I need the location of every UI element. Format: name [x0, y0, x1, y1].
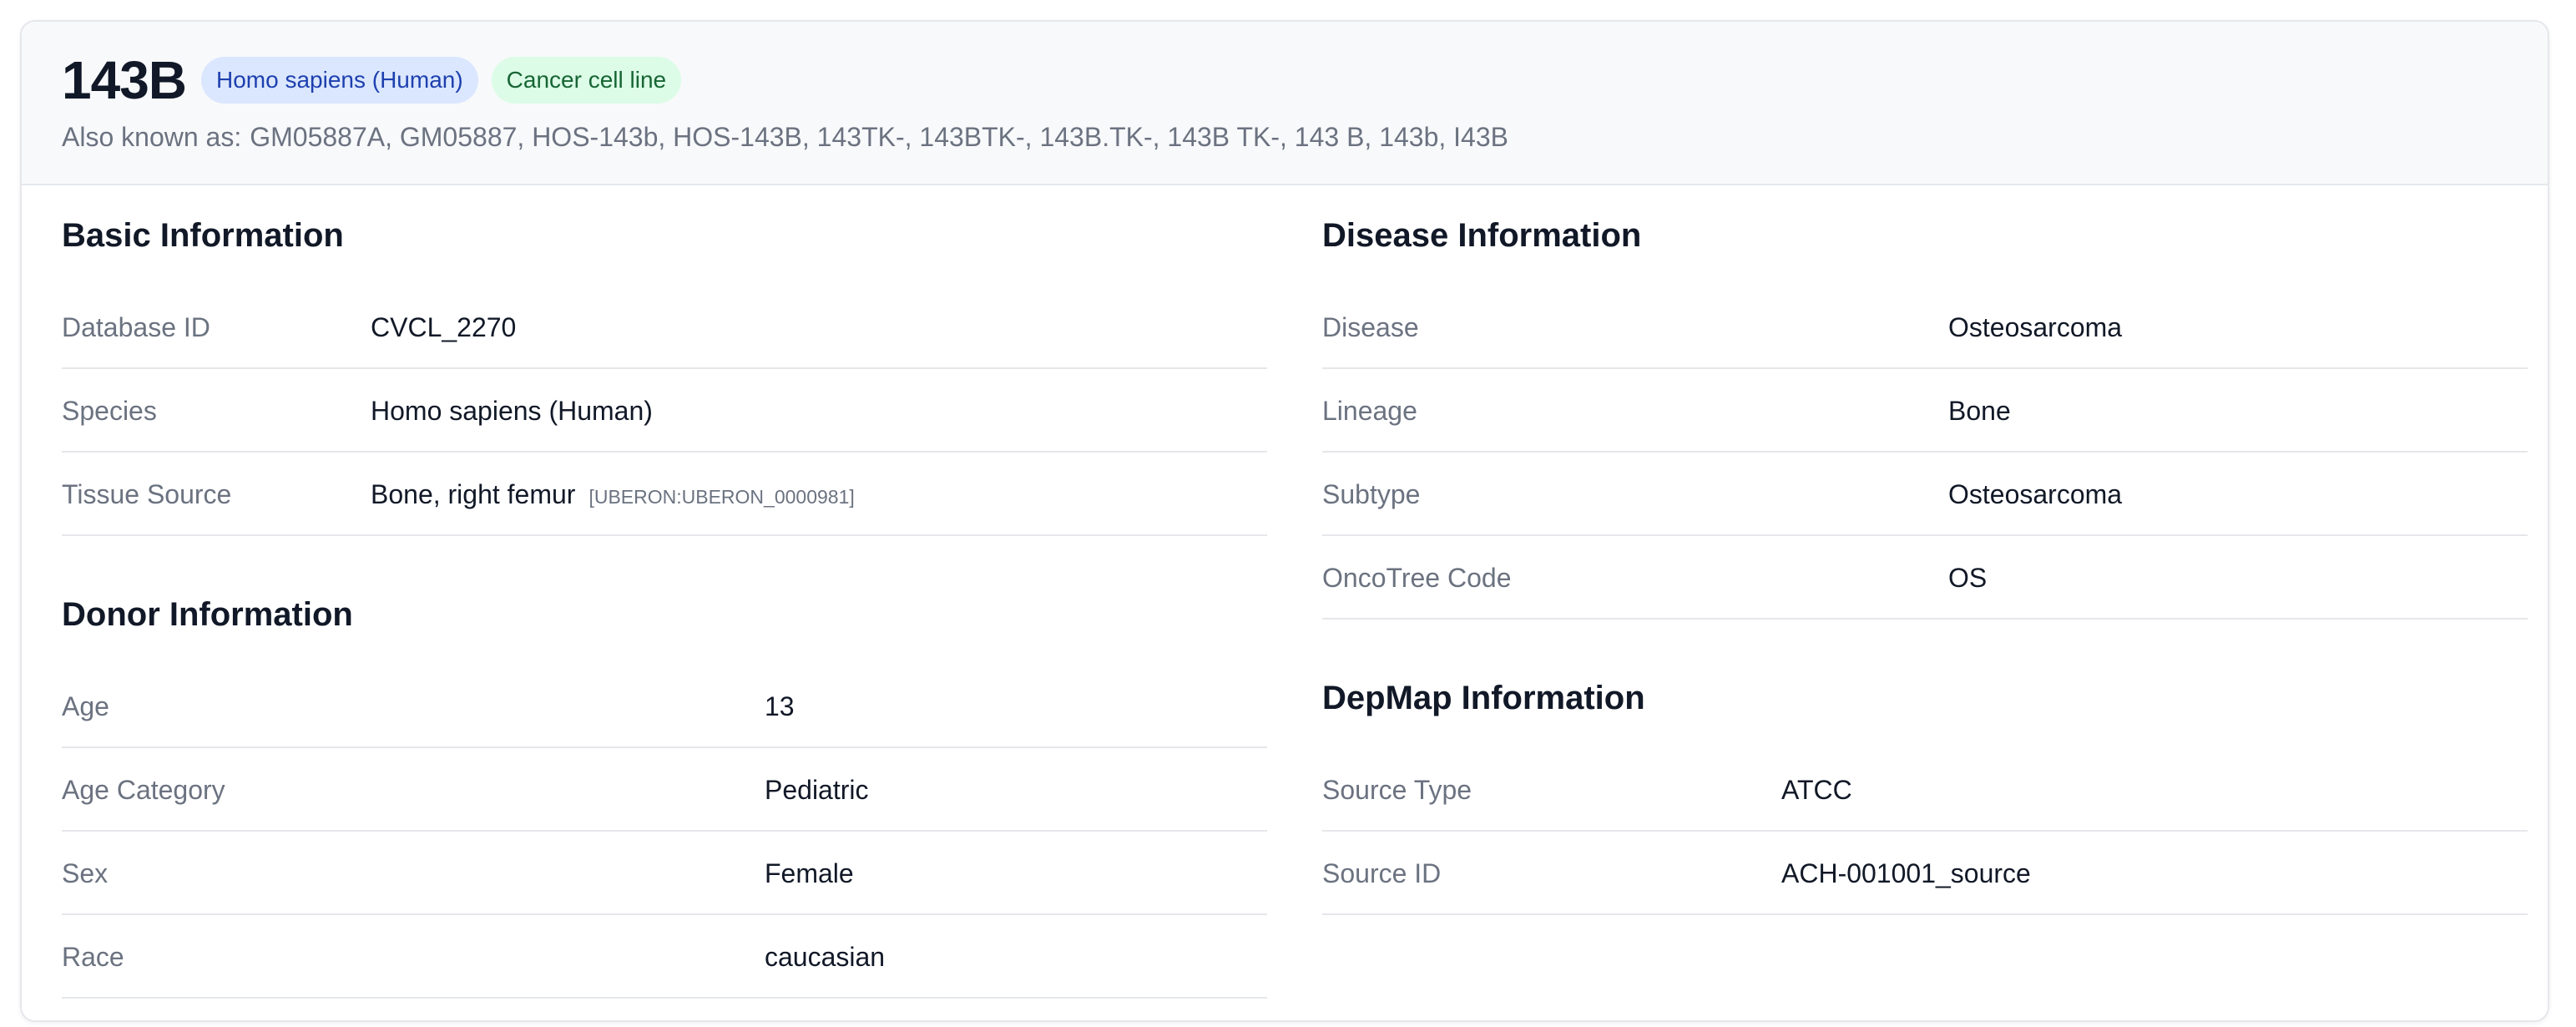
field-label: Age Category [62, 775, 225, 805]
field-value: Bone [1948, 396, 2011, 426]
info-row: Source ID ACH-001001_source [1322, 832, 2528, 915]
also-known-as-label: Also known as: [62, 122, 242, 152]
page-title: 143B [62, 50, 187, 110]
field-value: Osteosarcoma [1948, 479, 2123, 509]
field-value: Female [765, 858, 854, 888]
card-header: 143B Homo sapiens (Human) Cancer cell li… [22, 22, 2548, 185]
field-value: caucasian [765, 942, 886, 972]
field-value: ATCC [1781, 775, 1852, 805]
species-badge: Homo sapiens (Human) [201, 57, 478, 104]
field-value: Pediatric [765, 775, 869, 805]
field-label: Age [62, 691, 109, 721]
section-title-basic: Basic Information [62, 217, 344, 254]
field-label: Tissue Source [62, 479, 232, 509]
field-label: Subtype [1322, 479, 1421, 509]
cell-line-card: 143B Homo sapiens (Human) Cancer cell li… [20, 20, 2549, 1022]
info-row: Subtype Osteosarcoma [1322, 453, 2528, 536]
title-row: 143B Homo sapiens (Human) Cancer cell li… [62, 50, 2508, 110]
field-label: Source Type [1322, 775, 1472, 805]
info-row: Database ID CVCL_2270 [62, 286, 1267, 369]
info-row: Lineage Bone [1322, 369, 2528, 453]
field-value: CVCL_2270 [371, 312, 517, 342]
info-row: Race caucasian [62, 915, 1267, 999]
field-value: ACH-001001_source [1781, 858, 2031, 888]
info-row: Age Category Pediatric [62, 748, 1267, 832]
depmap-information-section: DepMap Information Source Type ATCC Sour… [1322, 673, 2528, 915]
info-row: Sex Female [62, 832, 1267, 915]
field-value: Bone, right femur [UBERON:UBERON_0000981] [371, 479, 855, 510]
field-value: OS [1948, 563, 1988, 593]
cell-type-badge: Cancer cell line [491, 57, 682, 104]
also-known-as: Also known as: GM05887A, GM05887, HOS-143… [62, 122, 2508, 153]
section-title-donor: Donor Information [62, 596, 353, 633]
also-known-as-values: GM05887A, GM05887, HOS-143b, HOS-143B, 1… [250, 122, 1508, 152]
field-label: Sex [62, 858, 109, 888]
info-row: Species Homo sapiens (Human) [62, 369, 1267, 453]
field-label: Database ID [62, 312, 210, 342]
field-label: OncoTree Code [1322, 563, 1512, 593]
field-label: Species [62, 396, 157, 426]
info-row: Source Type ATCC [1322, 748, 2528, 832]
tissue-source-value: Bone, right femur [371, 479, 576, 509]
field-value: Osteosarcoma [1948, 312, 2123, 342]
section-title-disease: Disease Information [1322, 217, 1642, 254]
field-label: Disease [1322, 312, 1419, 342]
field-value: 13 [765, 691, 795, 721]
uberon-reference: [UBERON:UBERON_0000981] [588, 486, 855, 508]
donor-information-section: Donor Information Age 13 Age Category Pe… [62, 589, 1267, 999]
field-label: Lineage [1322, 396, 1417, 426]
info-row: OncoTree Code OS [1322, 536, 2528, 620]
info-row: Tissue Source Bone, right femur [UBERON:U… [62, 453, 1267, 536]
section-title-depmap: DepMap Information [1322, 680, 1645, 716]
info-row: Age 13 [62, 665, 1267, 748]
info-row: Disease Osteosarcoma [1322, 286, 2528, 369]
disease-information-section: Disease Information Disease Osteosarcoma… [1322, 210, 2528, 620]
basic-information-section: Basic Information Database ID CVCL_2270 … [62, 210, 1267, 536]
field-label: Race [62, 942, 124, 972]
field-label: Source ID [1322, 858, 1442, 888]
field-value: Homo sapiens (Human) [371, 396, 653, 426]
